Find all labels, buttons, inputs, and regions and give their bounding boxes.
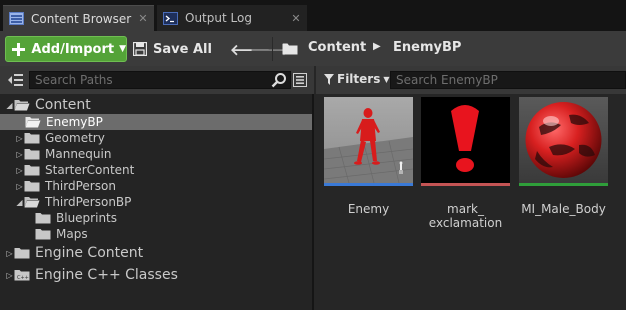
search-paths-input[interactable]: Search Paths [29,71,291,89]
collapsed-arrow-icon[interactable]: ▷ [5,271,14,280]
asset-view-panel: Filters ▼ Search EnemyBP Enemy mark_ exc… [316,66,626,310]
chevron-down-icon: ▼ [383,74,390,84]
tab-label: Content Browser [31,11,132,26]
breadcrumb-content[interactable]: Content [308,40,366,55]
add-import-button[interactable]: Add/Import ▼ [5,36,127,62]
collapsed-arrow-icon[interactable]: ▷ [15,134,24,143]
asset-thumbnail [421,97,510,183]
tree-label: Engine C++ Classes [35,267,178,283]
tree-item-mannequin[interactable]: ▷ Mannequin [0,146,111,162]
asset-view-header: Filters ▼ Search EnemyBP [316,66,626,94]
folder-icon [35,229,51,240]
collapsed-arrow-icon[interactable]: ▷ [5,249,14,258]
asset-name: mark_ exclamation [413,202,518,230]
tree-item-blueprints[interactable]: Blueprints [0,210,117,226]
asset-name: MI_Male_Body [521,202,606,216]
filters-button[interactable]: Filters ▼ [324,72,390,86]
tree-item-startercontent[interactable]: ▷ StarterContent [0,162,134,178]
asset-type-bar [324,183,413,186]
tree-item-content[interactable]: ◢ Content [0,96,312,114]
folder-icon [14,248,30,259]
tree-item-thirdperson[interactable]: ▷ ThirdPerson [0,178,116,194]
tab-bar: Content Browser ✕ Output Log ✕ [0,0,626,31]
tree-label: Blueprints [56,211,118,225]
tree-label: Engine Content [35,245,144,261]
enemy-character-thumbnail [324,97,413,183]
content-browser-icon [9,12,24,25]
collapsed-arrow-icon[interactable]: ▷ [15,166,24,175]
tree-label: Mannequin [45,147,112,161]
tree-label: EnemyBP [46,115,103,129]
tree-item-engine-content[interactable]: ▷ Engine Content [0,244,143,262]
cpp-folder-icon: C++ [14,270,30,281]
asset-type-bar [421,183,510,186]
content-browser-window: Content Browser ✕ Output Log ✕ Add/Impor… [0,0,626,310]
folder-open-icon [24,197,40,208]
asset-name-line1: mark_ [447,202,484,216]
collapsed-arrow-icon[interactable]: ▷ [15,150,24,159]
add-import-label: Add/Import [31,41,115,57]
search-assets-input[interactable]: Search EnemyBP [390,71,626,89]
close-tab-icon[interactable]: ✕ [289,12,303,25]
asset-thumbnail [519,97,608,183]
output-log-icon [163,11,178,25]
breadcrumb-chevron-icon[interactable]: ▶ [373,41,381,52]
asset-name: Enemy [347,202,390,216]
add-icon [12,42,26,56]
folder-icon [24,149,40,160]
folder-icon [35,213,51,224]
filters-label: Filters [337,72,381,86]
svg-text:C++: C++ [17,275,29,281]
collapsed-arrow-icon[interactable]: ▷ [15,182,24,191]
sources-toggle-icon[interactable] [7,73,23,87]
save-icon [133,42,147,56]
close-tab-icon[interactable]: ✕ [136,12,150,25]
tree-item-thirdpersonbp[interactable]: ◢ ThirdPersonBP [0,194,131,210]
tree-label: Maps [56,227,88,241]
folder-icon [282,43,298,55]
exclamation-mark-thumbnail [421,97,510,183]
tree-label: Content [35,97,91,113]
tree-item-engine-cpp-classes[interactable]: ▷ C++ Engine C++ Classes [0,266,178,284]
tree-label: ThirdPerson [45,179,116,193]
search-icon [271,73,286,88]
save-all-label: Save All [153,41,212,57]
sources-header: Search Paths [0,66,314,94]
filter-icon [324,73,334,85]
sources-panel: Search Paths ◢ Content EnemyBP ▷ Geometr… [0,66,314,310]
save-all-button[interactable]: Save All [133,36,212,62]
tree-label: ThirdPersonBP [45,195,132,209]
chevron-down-icon: ▼ [119,44,126,54]
search-paths-placeholder: Search Paths [35,73,113,87]
expanded-arrow-icon[interactable]: ◢ [15,198,24,207]
asset-type-bar [519,183,608,186]
folder-icon [24,181,40,192]
tab-output-log[interactable]: Output Log ✕ [157,5,307,31]
tree-item-geometry[interactable]: ▷ Geometry [0,130,105,146]
tab-content-browser[interactable]: Content Browser ✕ [3,5,154,31]
tree-item-enemybp[interactable]: EnemyBP [0,114,312,130]
asset-thumbnail [324,97,413,183]
material-sphere-thumbnail [519,97,608,183]
view-options-icon[interactable] [293,73,307,87]
asset-name-line2: exclamation [428,216,503,230]
tree-item-maps[interactable]: Maps [0,226,88,242]
folder-icon [24,133,40,144]
folder-icon [24,165,40,176]
toolbar-divider [272,37,273,61]
tree-label: Geometry [45,131,105,145]
tree-label: StarterContent [45,163,135,177]
toolbar: Add/Import ▼ Save All 🡐 🡒 Content ▶ Enem… [0,31,626,66]
tab-label: Output Log [185,11,252,25]
expanded-arrow-icon[interactable]: ◢ [5,101,14,110]
breadcrumb-enemybp[interactable]: EnemyBP [393,40,461,55]
folder-open-icon [14,100,30,111]
folder-open-icon [25,117,41,128]
